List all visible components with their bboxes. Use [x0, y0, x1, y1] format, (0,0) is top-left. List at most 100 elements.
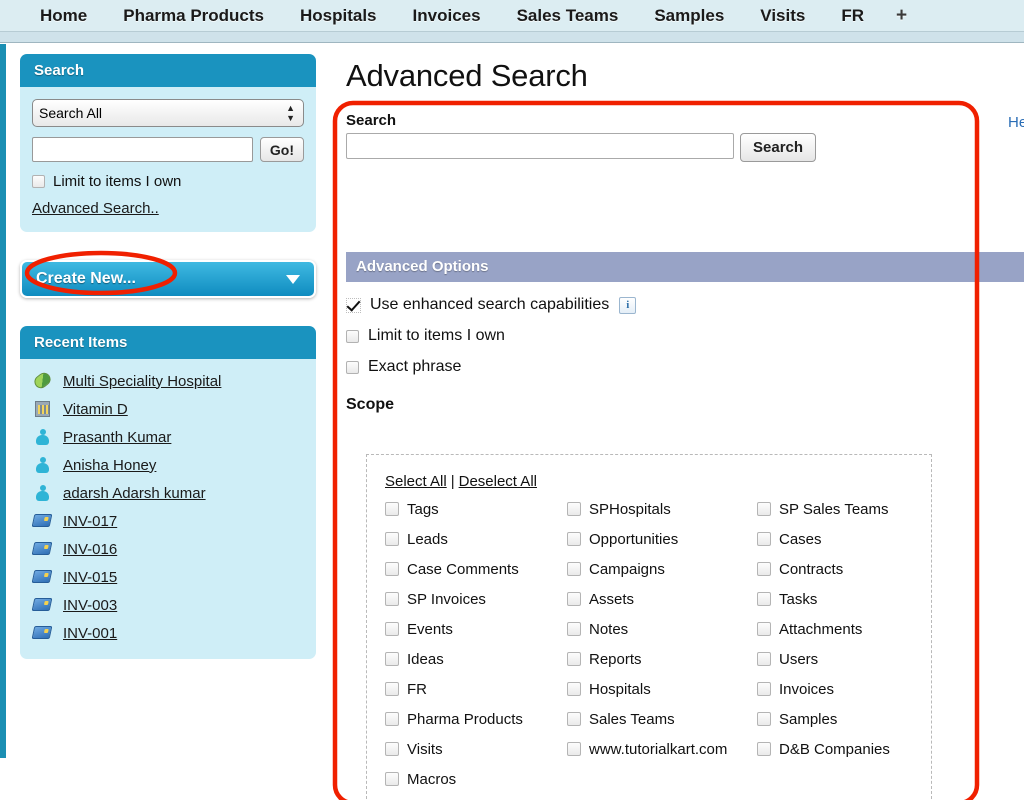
scope-checkbox[interactable] [567, 502, 581, 516]
scope-checkbox[interactable] [567, 532, 581, 546]
scope-checkbox-item[interactable]: Campaigns [567, 556, 757, 582]
scope-checkbox[interactable] [567, 562, 581, 576]
scope-checkbox-item[interactable]: Tags [385, 496, 567, 522]
scope-checkbox[interactable] [385, 532, 399, 546]
recent-item-label[interactable]: INV-016 [63, 541, 117, 558]
scope-checkbox-item[interactable]: Opportunities [567, 526, 757, 552]
recent-item[interactable]: INV-016 [30, 535, 306, 563]
main-search-button[interactable]: Search [740, 133, 817, 162]
deselect-all-link[interactable]: Deselect All [459, 473, 537, 490]
scope-checkbox[interactable] [385, 712, 399, 726]
nav-tab-sales-teams[interactable]: Sales Teams [499, 0, 637, 32]
scope-checkbox-item[interactable]: Notes [567, 616, 757, 642]
scope-checkbox[interactable] [757, 652, 771, 666]
scope-checkbox[interactable] [757, 622, 771, 636]
recent-item-label[interactable]: INV-001 [63, 625, 117, 642]
scope-checkbox[interactable] [385, 772, 399, 786]
scope-checkbox-item[interactable]: Users [757, 646, 947, 672]
scope-checkbox-item[interactable]: FR [385, 676, 567, 702]
scope-checkbox[interactable] [385, 592, 399, 606]
recent-item-label[interactable]: INV-015 [63, 569, 117, 586]
sidebar-limit-to-own-row[interactable]: Limit to items I own [32, 173, 304, 190]
scope-checkbox-item[interactable]: Cases [757, 526, 947, 552]
recent-item[interactable]: Prasanth Kumar [30, 423, 306, 451]
recent-item-label[interactable]: Prasanth Kumar [63, 429, 171, 446]
scope-checkbox[interactable] [757, 592, 771, 606]
scope-checkbox-item[interactable]: Sales Teams [567, 706, 757, 732]
recent-item[interactable]: Multi Speciality Hospital [30, 367, 306, 395]
scope-checkbox-item[interactable]: Macros [385, 766, 567, 792]
scope-checkbox[interactable] [757, 562, 771, 576]
scope-checkbox-item[interactable]: Ideas [385, 646, 567, 672]
nav-tab-add-icon[interactable]: + [882, 0, 921, 32]
sidebar-limit-to-own-checkbox[interactable] [32, 175, 45, 188]
scope-checkbox[interactable] [757, 682, 771, 696]
advanced-option-checkbox[interactable] [346, 360, 359, 374]
scope-checkbox-item[interactable]: Samples [757, 706, 947, 732]
scope-checkbox-item[interactable]: Tasks [757, 586, 947, 612]
scope-checkbox[interactable] [385, 652, 399, 666]
scope-checkbox[interactable] [385, 502, 399, 516]
scope-checkbox-item[interactable]: D&B Companies [757, 736, 947, 762]
main-search-input[interactable] [346, 133, 734, 159]
scope-checkbox-item[interactable]: SP Invoices [385, 586, 567, 612]
scope-checkbox[interactable] [757, 742, 771, 756]
scope-checkbox-item[interactable]: www.tutorialkart.com [567, 736, 757, 762]
nav-tab-hospitals[interactable]: Hospitals [282, 0, 395, 32]
nav-tab-visits[interactable]: Visits [742, 0, 823, 32]
recent-item[interactable]: INV-017 [30, 507, 306, 535]
scope-checkbox-item[interactable]: Visits [385, 736, 567, 762]
scope-checkbox[interactable] [567, 712, 581, 726]
nav-tab-invoices[interactable]: Invoices [395, 0, 499, 32]
recent-item[interactable]: INV-015 [30, 563, 306, 591]
scope-checkbox[interactable] [757, 502, 771, 516]
recent-item-label[interactable]: INV-003 [63, 597, 117, 614]
recent-item[interactable]: Anisha Honey [30, 451, 306, 479]
sidebar-search-input[interactable] [32, 137, 253, 162]
advanced-option-checkbox[interactable] [346, 329, 359, 343]
create-new-button[interactable]: Create New... [20, 260, 316, 298]
scope-checkbox-item[interactable]: Invoices [757, 676, 947, 702]
recent-item[interactable]: INV-001 [30, 619, 306, 647]
advanced-option-row[interactable]: Use enhanced search capabilities i [346, 296, 1024, 314]
recent-item-label[interactable]: Multi Speciality Hospital [63, 373, 221, 390]
scope-checkbox-item[interactable]: Pharma Products [385, 706, 567, 732]
scope-checkbox-item[interactable]: SPHospitals [567, 496, 757, 522]
recent-item-label[interactable]: Vitamin D [63, 401, 128, 418]
select-all-link[interactable]: Select All [385, 473, 447, 490]
help-link[interactable]: He [1008, 114, 1024, 131]
scope-checkbox-item[interactable]: Contracts [757, 556, 947, 582]
recent-item-label[interactable]: adarsh Adarsh kumar [63, 485, 206, 502]
scope-checkbox-item[interactable]: SP Sales Teams [757, 496, 947, 522]
scope-checkbox[interactable] [385, 742, 399, 756]
recent-item-label[interactable]: INV-017 [63, 513, 117, 530]
scope-checkbox[interactable] [567, 652, 581, 666]
scope-checkbox-item[interactable]: Leads [385, 526, 567, 552]
nav-tab-samples[interactable]: Samples [636, 0, 742, 32]
scope-checkbox[interactable] [567, 742, 581, 756]
nav-tab-pharma-products[interactable]: Pharma Products [105, 0, 282, 32]
recent-item[interactable]: adarsh Adarsh kumar [30, 479, 306, 507]
scope-checkbox[interactable] [385, 682, 399, 696]
search-scope-select[interactable]: Search All [32, 99, 304, 127]
scope-checkbox-item[interactable]: Case Comments [385, 556, 567, 582]
recent-item[interactable]: Vitamin D [30, 395, 306, 423]
scope-checkbox[interactable] [567, 622, 581, 636]
scope-checkbox-item[interactable]: Hospitals [567, 676, 757, 702]
recent-item-label[interactable]: Anisha Honey [63, 457, 156, 474]
scope-checkbox[interactable] [567, 682, 581, 696]
nav-tab-fr[interactable]: FR [823, 0, 882, 32]
advanced-option-row[interactable]: Limit to items I own [346, 327, 1024, 345]
scope-checkbox[interactable] [757, 712, 771, 726]
scope-checkbox[interactable] [757, 532, 771, 546]
advanced-option-row[interactable]: Exact phrase [346, 358, 1024, 376]
go-button[interactable]: Go! [259, 137, 304, 162]
scope-checkbox-item[interactable]: Attachments [757, 616, 947, 642]
scope-checkbox[interactable] [385, 562, 399, 576]
info-icon[interactable]: i [619, 296, 637, 314]
advanced-search-link[interactable]: Advanced Search.. [32, 200, 159, 217]
checkmark-icon[interactable] [346, 297, 361, 313]
scope-checkbox-item[interactable]: Events [385, 616, 567, 642]
scope-checkbox[interactable] [385, 622, 399, 636]
scope-checkbox-item[interactable]: Reports [567, 646, 757, 672]
